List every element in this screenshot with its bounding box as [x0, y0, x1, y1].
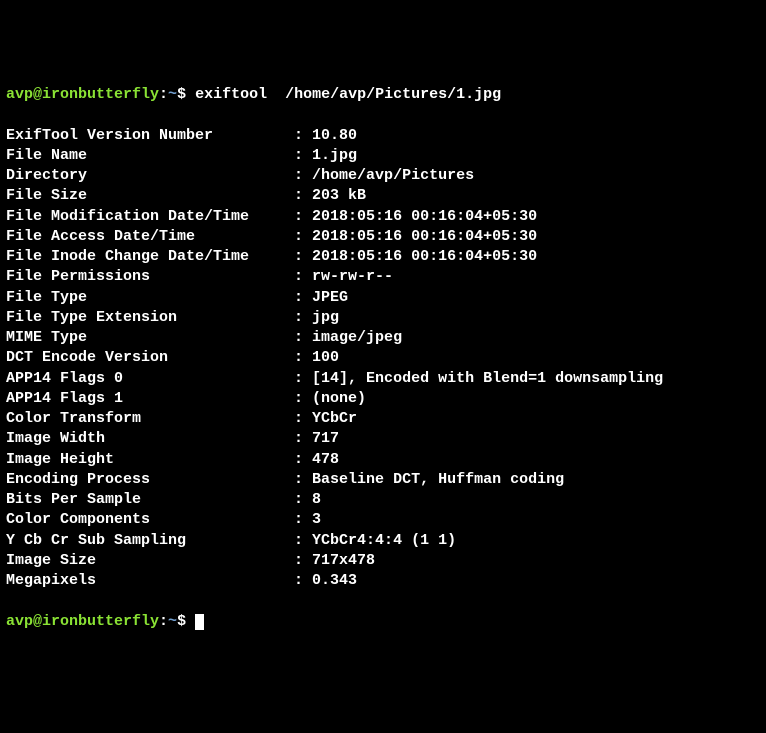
command-line-2[interactable]: avp@ironbutterfly:~$	[6, 612, 760, 632]
colon: :	[159, 613, 168, 630]
exif-row: Bits Per Sample : 8	[6, 490, 760, 510]
command-input: exiftool /home/avp/Pictures/1.jpg	[195, 86, 501, 103]
user-host: avp@ironbutterfly	[6, 86, 159, 103]
exif-row: File Inode Change Date/Time : 2018:05:16…	[6, 247, 760, 267]
exif-row: File Type Extension : jpg	[6, 308, 760, 328]
exif-row: File Type : JPEG	[6, 288, 760, 308]
exif-row: Image Width : 717	[6, 429, 760, 449]
cwd-path: ~	[168, 613, 177, 630]
exif-row: File Access Date/Time : 2018:05:16 00:16…	[6, 227, 760, 247]
exif-row: Image Size : 717x478	[6, 551, 760, 571]
exif-row: ExifTool Version Number : 10.80	[6, 126, 760, 146]
command-text	[186, 86, 195, 103]
exif-row: File Permissions : rw-rw-r--	[6, 267, 760, 287]
exif-row: Encoding Process : Baseline DCT, Huffman…	[6, 470, 760, 490]
exif-row: DCT Encode Version : 100	[6, 348, 760, 368]
exif-output: ExifTool Version Number : 10.80File Name…	[6, 126, 760, 592]
exif-row: File Size : 203 kB	[6, 186, 760, 206]
exif-row: Image Height : 478	[6, 450, 760, 470]
exif-row: Megapixels : 0.343	[6, 571, 760, 591]
exif-row: APP14 Flags 1 : (none)	[6, 389, 760, 409]
exif-row: File Modification Date/Time : 2018:05:16…	[6, 207, 760, 227]
exif-row: Directory : /home/avp/Pictures	[6, 166, 760, 186]
colon: :	[159, 86, 168, 103]
dollar-sign: $	[177, 86, 186, 103]
exif-row: Color Transform : YCbCr	[6, 409, 760, 429]
exif-row: Y Cb Cr Sub Sampling : YCbCr4:4:4 (1 1)	[6, 531, 760, 551]
cwd-path: ~	[168, 86, 177, 103]
exif-row: MIME Type : image/jpeg	[6, 328, 760, 348]
cursor-icon	[195, 614, 204, 630]
spacer	[186, 613, 195, 630]
exif-row: APP14 Flags 0 : [14], Encoded with Blend…	[6, 369, 760, 389]
exif-row: File Name : 1.jpg	[6, 146, 760, 166]
dollar-sign: $	[177, 613, 186, 630]
exif-row: Color Components : 3	[6, 510, 760, 530]
user-host: avp@ironbutterfly	[6, 613, 159, 630]
command-line-1[interactable]: avp@ironbutterfly:~$ exiftool /home/avp/…	[6, 85, 760, 105]
